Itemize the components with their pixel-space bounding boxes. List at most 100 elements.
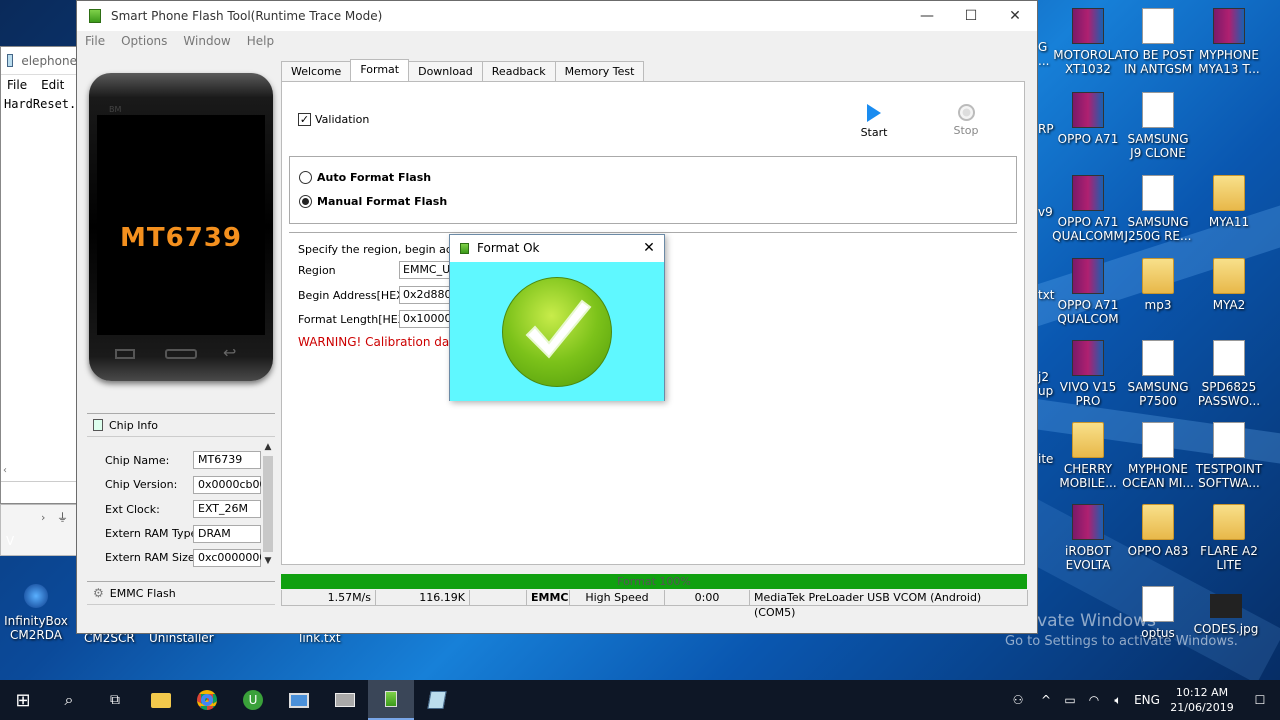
format-type-group: Auto Format Flash Manual Format Flash [289, 156, 1017, 224]
manual-format-label: Manual Format Flash [317, 195, 448, 208]
format-ok-dialog[interactable]: Format Ok ✕ [449, 234, 665, 401]
stop-button[interactable]: Stop [944, 104, 988, 137]
title-bar[interactable]: Smart Phone Flash Tool(Runtime Trace Mod… [77, 1, 1037, 31]
task-view-icon[interactable]: ⧉ [92, 680, 138, 720]
validation-checkbox-row[interactable]: ✓ Validation [298, 113, 369, 126]
desktop-icon-mya11[interactable]: MYA11 [1193, 175, 1265, 229]
desktop-icon-spd6825[interactable]: SPD6825 PASSWO... [1193, 340, 1265, 408]
utorrent-icon[interactable]: U [230, 680, 276, 720]
menu-options[interactable]: Options [121, 34, 167, 48]
dialog-body [450, 262, 664, 401]
manual-format-option[interactable]: Manual Format Flash [299, 195, 447, 208]
desktop-icon-testpoint[interactable]: TESTPOINT SOFTWA... [1193, 422, 1265, 490]
tab-welcome[interactable]: Welcome [281, 61, 352, 81]
tab-format[interactable]: Format [350, 59, 410, 81]
window-title: Smart Phone Flash Tool(Runtime Trace Mod… [111, 9, 383, 23]
notification-icon[interactable]: ☐ [1240, 680, 1280, 720]
flash-tool-taskbar-icon[interactable] [368, 680, 414, 720]
battery-icon[interactable]: ▭ [1058, 680, 1082, 720]
notepad-text: HardReset. [4, 97, 77, 111]
people-icon[interactable]: ⚇ [1002, 680, 1034, 720]
desktop-icon-codes-jpg[interactable]: CODES.jpg [1190, 586, 1262, 636]
chevron-up-icon[interactable]: ^ [1034, 680, 1058, 720]
desktop-icon-samsung-j250g[interactable]: SAMSUNG J250G RE... [1122, 175, 1194, 243]
chevron-right-icon[interactable]: › [41, 511, 45, 524]
status-port: MediaTek PreLoader USB VCOM (Android) (C… [749, 590, 1028, 619]
monitor-app-icon[interactable] [276, 680, 322, 720]
phone-brand: BM [109, 105, 122, 114]
calibration-warning: WARNING! Calibration data i [298, 335, 469, 349]
region-label: Region [298, 264, 336, 277]
menu-help[interactable]: Help [247, 34, 274, 48]
desktop-icon-myphone-mya13[interactable]: MYPHONE MYA13 T... [1193, 8, 1265, 76]
maximize-button[interactable]: ☐ [949, 1, 993, 31]
tool-app-icon[interactable] [322, 680, 368, 720]
scroll-down-icon[interactable]: ▼ [261, 556, 275, 566]
search-icon[interactable]: ⌕ [46, 680, 92, 720]
desktop-icon-samsung-j9[interactable]: SAMSUNG J9 CLONE [1122, 92, 1194, 160]
tab-readback[interactable]: Readback [481, 61, 556, 81]
desktop-icon-oppo-a71[interactable]: OPPO A71 [1052, 92, 1124, 146]
chip-info-title: Chip Info [109, 418, 159, 432]
language-indicator[interactable]: ENG [1130, 680, 1164, 720]
desktop-icon-irobot[interactable]: iROBOT EVOLTA [1052, 504, 1124, 572]
phone-home-icon [165, 349, 197, 359]
close-button[interactable]: ✕ [993, 1, 1037, 31]
desktop-icon-mp3[interactable]: mp3 [1122, 258, 1194, 312]
desktop-icon-vivo-v15[interactable]: VIVO V15 PRO [1052, 340, 1124, 408]
desktop-icon-to-be-post[interactable]: TO BE POST IN ANTGSM [1122, 8, 1194, 76]
desktop-icon-flare-a2[interactable]: FLARE A2 LITE [1193, 504, 1265, 572]
scroll-left-icon[interactable]: ‹ [3, 465, 7, 476]
start-menu-icon[interactable]: ⊞ [0, 680, 46, 720]
phone-back-icon: ↩ [223, 343, 237, 362]
desktop-icon-motorola[interactable]: MOTOROLA XT1032 [1052, 8, 1124, 76]
desktop-icon-oppo-a83[interactable]: OPPO A83 [1122, 504, 1194, 558]
ext-clock-label: Ext Clock: [105, 503, 160, 516]
scroll-up-icon[interactable]: ▲ [261, 442, 275, 452]
chip-info-scrollbar[interactable]: ▲ ▼ [261, 442, 275, 576]
desktop-icon-myphone-ocean[interactable]: MYPHONE OCEAN MI... [1122, 422, 1194, 490]
notepad-title: elephone [21, 53, 77, 68]
start-button[interactable]: Start [852, 104, 896, 139]
menu-file[interactable]: File [85, 34, 105, 48]
desktop-icon-samsung-p7500[interactable]: SAMSUNG P7500 [1122, 340, 1194, 408]
desktop-icon-oppo-a71-qualcom[interactable]: OPPO A71 QUALCOM [1052, 258, 1124, 326]
notepad-taskbar-icon[interactable] [414, 680, 460, 720]
wifi-icon[interactable]: ◠ [1082, 680, 1106, 720]
clock[interactable]: 10:12 AM 21/06/2019 [1164, 685, 1240, 715]
notepad-menu-edit[interactable]: Edit [41, 78, 64, 92]
file-explorer-icon[interactable] [138, 680, 184, 720]
tab-strip: Welcome Format Download Readback Memory … [281, 59, 645, 81]
validation-label: Validation [315, 113, 370, 126]
dialog-close-button[interactable]: ✕ [634, 240, 664, 256]
emmc-flash-header[interactable]: ⚙ EMMC Flash [87, 581, 275, 605]
auto-format-option[interactable]: Auto Format Flash [299, 171, 431, 184]
menu-window[interactable]: Window [183, 34, 230, 48]
manual-format-radio[interactable] [299, 195, 312, 208]
dialog-title-bar[interactable]: Format Ok ✕ [450, 235, 664, 261]
edge-label: RP [1038, 122, 1054, 136]
tab-memory-test[interactable]: Memory Test [554, 61, 645, 81]
stop-label: Stop [953, 124, 979, 137]
chrome-icon[interactable] [184, 680, 230, 720]
status-empty [469, 590, 527, 606]
chip-name-value: MT6739 [193, 451, 261, 469]
edge-label: txt [1038, 288, 1055, 302]
desktop-icon-cherry-mobile[interactable]: CHERRY MOBILE... [1052, 422, 1124, 490]
minimize-button[interactable]: — [905, 1, 949, 31]
desktop-icon-infinitybox[interactable]: InfinityBox CM2RDA [0, 584, 72, 642]
volume-icon[interactable]: 🔈︎ [1106, 680, 1130, 720]
background-notepad-window[interactable]: elephone File Edit Fo HardReset. ‹ [0, 46, 92, 504]
edge-label: G... [1038, 40, 1050, 68]
chip-info-icon [93, 419, 103, 431]
tab-download[interactable]: Download [408, 61, 483, 81]
validation-checkbox[interactable]: ✓ [298, 113, 311, 126]
scroll-thumb[interactable] [263, 456, 273, 552]
taskbar: ⊞ ⌕ ⧉ U ⚇ ^ ▭ ◠ 🔈︎ ENG 10:12 AM 21/06/20… [0, 680, 1280, 720]
desktop-icon-oppo-a71-qualcomm[interactable]: OPPO A71 QUALCOMM [1052, 175, 1124, 243]
auto-format-radio[interactable] [299, 171, 312, 184]
phone-image: BM MT6739 ↩ [89, 73, 273, 381]
chip-info-header[interactable]: Chip Info [87, 413, 275, 437]
desktop-icon-mya2[interactable]: MYA2 [1193, 258, 1265, 312]
notepad-menu-file[interactable]: File [7, 78, 27, 92]
